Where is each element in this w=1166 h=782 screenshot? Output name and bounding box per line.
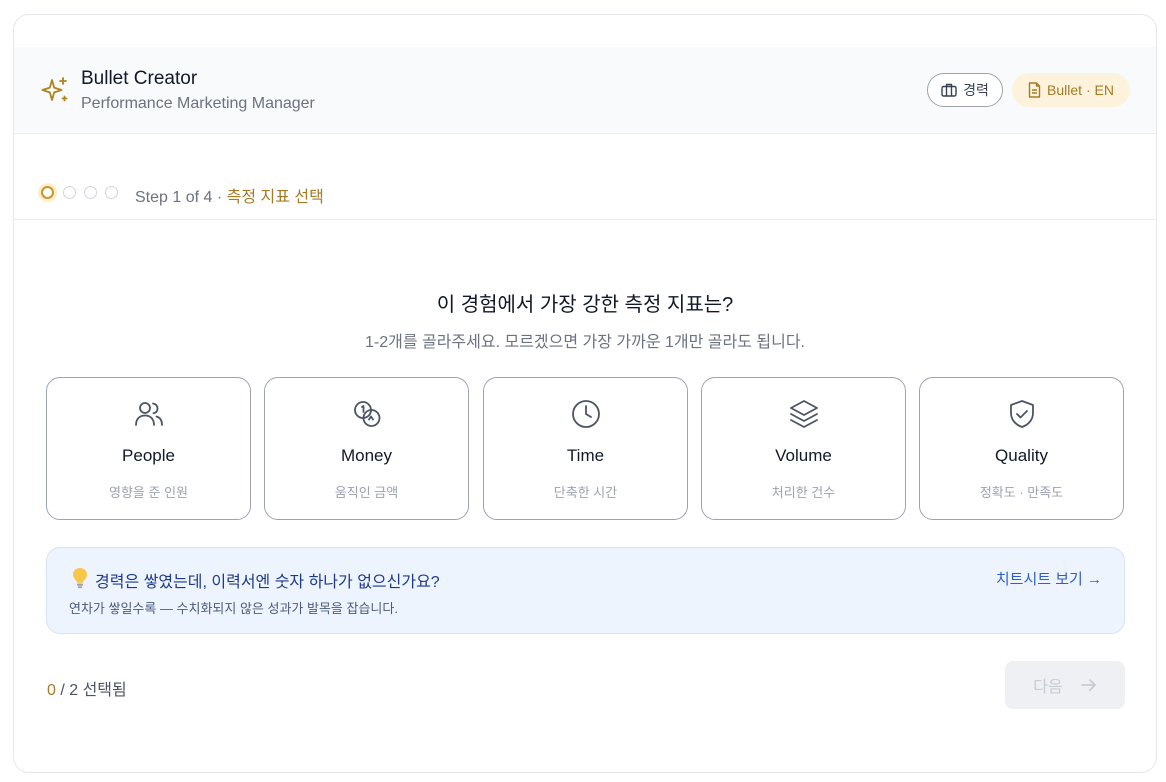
app-title: Bullet Creator	[81, 68, 198, 89]
job-title: Performance Marketing Manager	[81, 95, 315, 112]
bullet-badge-label: Bullet · EN	[1047, 82, 1114, 98]
question-title: 이 경험에서 가장 강한 측정 지표는?	[436, 294, 734, 316]
option-label: Money	[340, 446, 393, 465]
option-label: People	[122, 446, 175, 465]
question-hint: 1-2개를 골라주세요. 모르겠으면 가장 가까운 1개만 골라도 됩니다.	[364, 334, 806, 351]
shield-check-icon	[1010, 400, 1034, 428]
clock-icon	[572, 400, 600, 428]
header: Bullet Creator Performance Marketing Man…	[14, 47, 1156, 134]
option-quality[interactable]: Quality 정확도 · 만족도	[919, 377, 1124, 520]
career-badge-label: 경력	[963, 82, 989, 98]
selection-counter: 0 / 2 선택됨	[47, 676, 127, 700]
layers-icon	[790, 400, 818, 428]
option-description: 움직인 금액	[334, 485, 399, 500]
lightbulb-icon	[73, 568, 87, 589]
option-label: Volume	[775, 446, 832, 465]
option-label: Quality	[995, 446, 1048, 465]
step-progress: Step 1 of 4 · 측정 지표 선택	[14, 134, 1156, 220]
option-label: Time	[566, 446, 605, 465]
step-dot-4	[105, 186, 118, 199]
tip-title: 경력은 쌓였는데, 이력서엔 숫자 하나가 없으신가요?	[95, 574, 440, 591]
option-people[interactable]: People 영향을 준 인원	[46, 377, 251, 520]
option-volume[interactable]: Volume 처리한 건수	[701, 377, 906, 520]
cheatsheet-link[interactable]: 치트시트 보기 →	[996, 568, 1102, 589]
option-description: 정확도 · 만족도	[979, 485, 1064, 500]
tip-body: 연차가 쌓일수록 — 수치화되지 않은 성과가 발목을 잡습니다.	[69, 601, 398, 616]
selected-count: 0	[47, 682, 56, 699]
option-description: 영향을 준 인원	[109, 485, 188, 500]
step-dot-3	[84, 186, 97, 199]
step-counter: Step 1 of 4 ·	[135, 189, 227, 206]
option-money[interactable]: Money 움직인 금액	[264, 377, 469, 520]
step-indicator: Step 1 of 4 · 측정 지표 선택	[135, 183, 324, 207]
arrow-right-icon	[1080, 679, 1096, 691]
coins-icon	[354, 401, 381, 427]
bullet-creator-card: Bullet Creator Performance Marketing Man…	[13, 14, 1157, 773]
bullet-language-badge[interactable]: Bullet · EN	[1012, 73, 1130, 107]
option-description: 처리한 건수	[771, 485, 836, 500]
sparkles-icon	[41, 77, 68, 102]
next-button-label: 다음	[1033, 679, 1063, 696]
selected-suffix: / 2 선택됨	[55, 682, 127, 699]
step-dot-2	[63, 186, 76, 199]
option-description: 단축한 시간	[553, 485, 618, 500]
document-icon	[1028, 82, 1041, 98]
next-button[interactable]: 다음	[1005, 661, 1125, 709]
option-time[interactable]: Time 단축한 시간	[483, 377, 688, 520]
step-dot-1	[41, 186, 54, 199]
career-badge[interactable]: 경력	[927, 73, 1003, 107]
people-icon	[135, 402, 163, 426]
step-name: 측정 지표 선택	[226, 189, 324, 206]
briefcase-icon	[941, 83, 957, 97]
tip-banner: 경력은 쌓였는데, 이력서엔 숫자 하나가 없으신가요? 연차가 쌓일수록 — …	[46, 547, 1125, 634]
